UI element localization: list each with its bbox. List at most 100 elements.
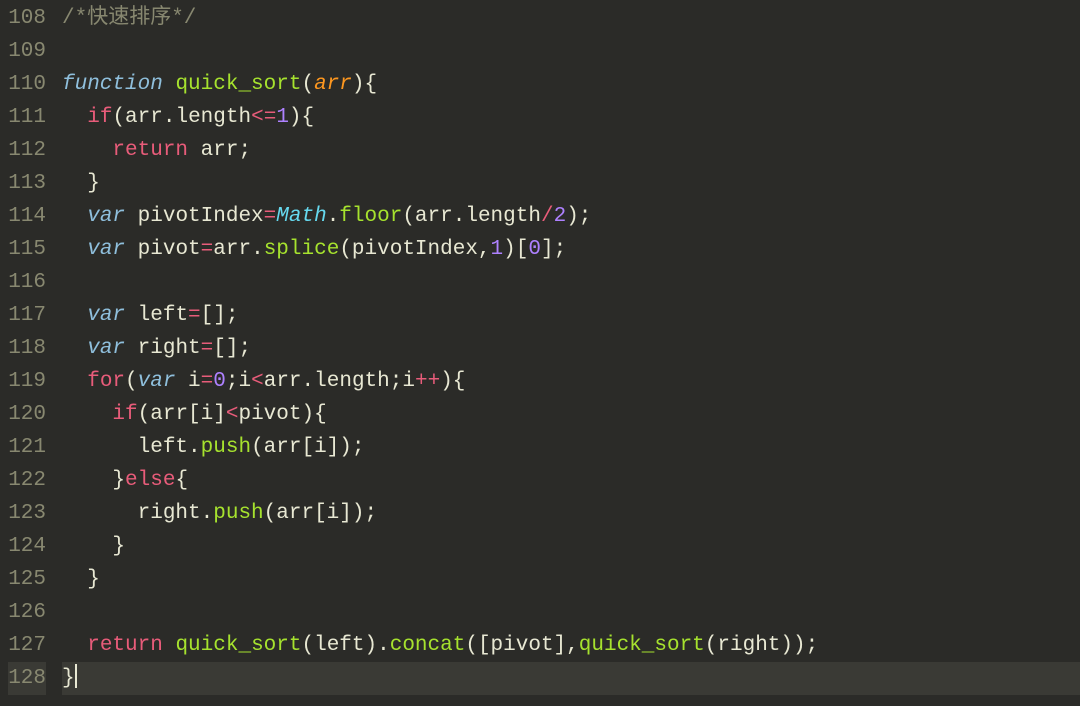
code-editor[interactable]: 1081091101111121131141151161171181191201… bbox=[0, 0, 1080, 706]
token-plain: left bbox=[62, 436, 188, 459]
token-plain bbox=[62, 205, 87, 228]
token-supportc: Math bbox=[276, 205, 326, 228]
token-operator: = bbox=[188, 304, 201, 327]
line-number: 120 bbox=[8, 398, 46, 431]
code-line[interactable]: return arr; bbox=[62, 134, 1080, 167]
line-number: 128 bbox=[8, 662, 46, 695]
text-cursor bbox=[75, 664, 77, 688]
token-keyword: if bbox=[112, 403, 137, 426]
token-punct: (arr bbox=[402, 205, 452, 228]
token-number: 1 bbox=[276, 106, 289, 129]
token-punct: []; bbox=[213, 337, 251, 360]
code-line[interactable]: for(var i=0;i<arr.length;i++){ bbox=[62, 365, 1080, 398]
token-storage: var bbox=[138, 370, 176, 393]
code-line[interactable]: } bbox=[62, 167, 1080, 200]
token-plain: } bbox=[62, 172, 100, 195]
line-number: 111 bbox=[8, 101, 46, 134]
token-support: floor bbox=[339, 205, 402, 228]
token-plain bbox=[62, 238, 87, 261]
token-plain: i bbox=[175, 370, 200, 393]
token-plain: right bbox=[125, 337, 201, 360]
token-plain bbox=[62, 106, 87, 129]
token-keyword: for bbox=[87, 370, 125, 393]
token-support: splice bbox=[264, 238, 340, 261]
code-line[interactable]: var pivot=arr.splice(pivotIndex,1)[0]; bbox=[62, 233, 1080, 266]
token-param: arr bbox=[314, 73, 352, 96]
token-punct: (right)); bbox=[705, 634, 818, 657]
code-line[interactable]: function quick_sort(arr){ bbox=[62, 68, 1080, 101]
token-plain bbox=[62, 370, 87, 393]
token-operator: = bbox=[201, 370, 214, 393]
token-plain: pivot bbox=[125, 238, 201, 261]
token-punct: (arr[i] bbox=[138, 403, 226, 426]
token-operator: < bbox=[251, 370, 264, 393]
token-punct: (pivotIndex, bbox=[339, 238, 490, 261]
code-line[interactable] bbox=[62, 266, 1080, 299]
token-storage: var bbox=[87, 205, 125, 228]
token-plain: right bbox=[62, 502, 201, 525]
line-number: 127 bbox=[8, 629, 46, 662]
line-number: 122 bbox=[8, 464, 46, 497]
code-line[interactable]: var pivotIndex=Math.floor(arr.length/2); bbox=[62, 200, 1080, 233]
code-line[interactable]: var right=[]; bbox=[62, 332, 1080, 365]
token-support: push bbox=[201, 436, 251, 459]
code-line[interactable] bbox=[62, 596, 1080, 629]
token-plain: arr bbox=[213, 238, 251, 261]
token-punct: (arr bbox=[112, 106, 162, 129]
token-plain: } bbox=[62, 535, 125, 558]
token-punct: . bbox=[188, 436, 201, 459]
code-line[interactable]: if(arr.length<=1){ bbox=[62, 101, 1080, 134]
token-storage: var bbox=[87, 337, 125, 360]
token-operator: ++ bbox=[415, 370, 440, 393]
token-plain: length;i bbox=[314, 370, 415, 393]
code-line[interactable]: }else{ bbox=[62, 464, 1080, 497]
token-operator: = bbox=[201, 337, 214, 360]
code-line[interactable]: } bbox=[62, 530, 1080, 563]
code-line[interactable]: right.push(arr[i]); bbox=[62, 497, 1080, 530]
token-punct: . bbox=[251, 238, 264, 261]
code-line[interactable] bbox=[62, 35, 1080, 68]
code-line[interactable]: /*快速排序*/ bbox=[62, 2, 1080, 35]
code-line[interactable]: var left=[]; bbox=[62, 299, 1080, 332]
token-punct: ( bbox=[301, 73, 314, 96]
token-plain: arr; bbox=[188, 139, 251, 162]
line-number: 126 bbox=[8, 596, 46, 629]
token-storage: var bbox=[87, 304, 125, 327]
token-punct: . bbox=[201, 502, 214, 525]
token-punct: . bbox=[327, 205, 340, 228]
token-plain bbox=[62, 304, 87, 327]
code-line[interactable]: } bbox=[62, 662, 1080, 695]
token-plain bbox=[62, 403, 112, 426]
token-punct: ){ bbox=[440, 370, 465, 393]
token-keyword: else bbox=[125, 469, 175, 492]
code-area[interactable]: /*快速排序*/ function quick_sort(arr){ if(ar… bbox=[58, 0, 1080, 706]
token-punct: { bbox=[175, 469, 188, 492]
token-punct: []; bbox=[201, 304, 239, 327]
line-number: 119 bbox=[8, 365, 46, 398]
token-plain: pivotIndex bbox=[125, 205, 264, 228]
code-line[interactable]: if(arr[i]<pivot){ bbox=[62, 398, 1080, 431]
token-plain bbox=[62, 634, 87, 657]
line-number: 110 bbox=[8, 68, 46, 101]
code-line[interactable]: left.push(arr[i]); bbox=[62, 431, 1080, 464]
token-plain bbox=[62, 139, 112, 162]
line-number: 125 bbox=[8, 563, 46, 596]
token-support: concat bbox=[390, 634, 466, 657]
token-punct: )[ bbox=[503, 238, 528, 261]
token-support: quick_sort bbox=[579, 634, 705, 657]
token-punct: (arr[i]); bbox=[264, 502, 377, 525]
token-punct: . bbox=[302, 370, 315, 393]
token-operator: < bbox=[226, 403, 239, 426]
line-number: 118 bbox=[8, 332, 46, 365]
token-punct: (arr[i]); bbox=[251, 436, 364, 459]
token-punct: (left) bbox=[301, 634, 377, 657]
token-plain: arr bbox=[264, 370, 302, 393]
token-punct: . bbox=[163, 106, 176, 129]
token-storage: var bbox=[87, 238, 125, 261]
token-plain: left bbox=[125, 304, 188, 327]
code-line[interactable]: } bbox=[62, 563, 1080, 596]
line-number: 123 bbox=[8, 497, 46, 530]
code-line[interactable]: return quick_sort(left).concat([pivot],q… bbox=[62, 629, 1080, 662]
token-plain bbox=[163, 73, 176, 96]
token-keyword: if bbox=[87, 106, 112, 129]
